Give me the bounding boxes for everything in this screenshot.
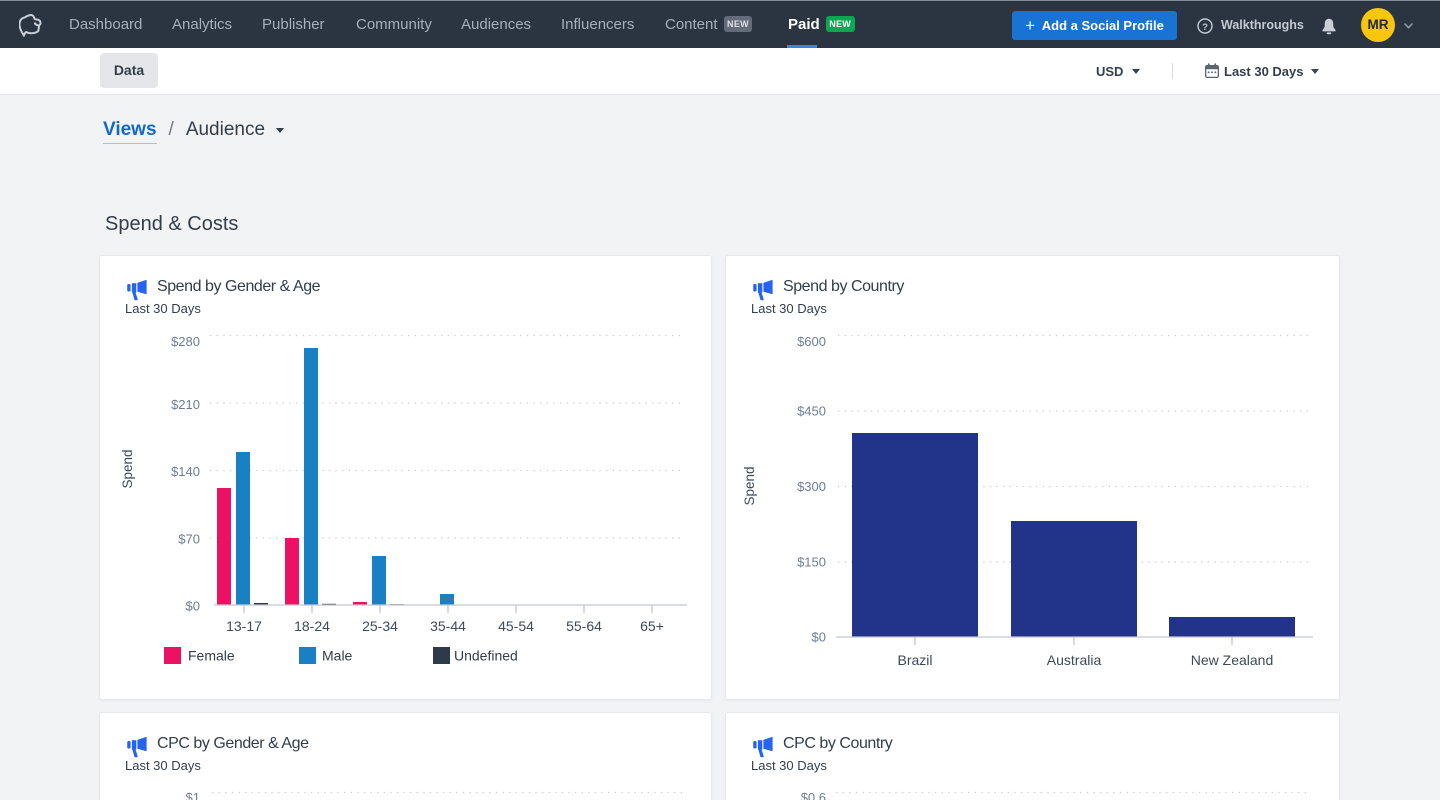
- svg-text:Undefined: Undefined: [454, 648, 518, 664]
- svg-text:?: ?: [1202, 22, 1208, 33]
- svg-text:New Zealand: New Zealand: [1191, 652, 1274, 668]
- svg-text:25-34: 25-34: [362, 618, 398, 634]
- svg-text:Male: Male: [322, 648, 353, 664]
- svg-text:Australia: Australia: [1047, 652, 1102, 668]
- svg-text:$70: $70: [178, 532, 200, 547]
- svg-text:45-54: 45-54: [498, 618, 534, 634]
- svg-text:Spend: Spend: [742, 466, 757, 505]
- svg-text:$150: $150: [797, 555, 826, 570]
- svg-text:$280: $280: [171, 334, 200, 349]
- svg-text:$0.6: $0.6: [801, 790, 826, 800]
- svg-text:$600: $600: [797, 334, 826, 349]
- svg-text:$0: $0: [812, 630, 826, 645]
- svg-text:$450: $450: [797, 404, 826, 419]
- svg-text:Brazil: Brazil: [897, 652, 932, 668]
- svg-text:65+: 65+: [640, 618, 664, 634]
- svg-text:$140: $140: [171, 464, 200, 479]
- svg-text:$300: $300: [797, 479, 826, 494]
- svg-text:$1: $1: [186, 790, 200, 800]
- svg-text:$0: $0: [186, 599, 200, 614]
- svg-text:Female: Female: [188, 648, 235, 664]
- svg-text:55-64: 55-64: [566, 618, 602, 634]
- svg-text:Spend: Spend: [120, 449, 135, 488]
- svg-text:18-24: 18-24: [294, 618, 330, 634]
- svg-text:$210: $210: [171, 397, 200, 412]
- svg-text:35-44: 35-44: [430, 618, 466, 634]
- svg-text:13-17: 13-17: [226, 618, 262, 634]
